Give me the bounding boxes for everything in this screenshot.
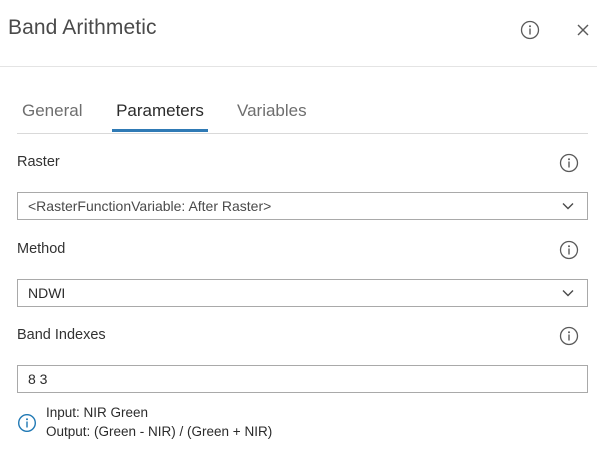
method-label: Method xyxy=(17,241,66,257)
method-info-button[interactable] xyxy=(559,240,579,260)
chevron-down-icon xyxy=(562,290,574,297)
header-info-button[interactable] xyxy=(520,20,540,40)
band-arithmetic-panel: Band Arithmetic General Parameters Varia… xyxy=(0,0,597,452)
info-circle-icon xyxy=(559,153,579,173)
band-indexes-label: Band Indexes xyxy=(17,327,106,343)
chevron-down-icon xyxy=(562,203,574,210)
raster-label: Raster xyxy=(17,154,60,170)
info-circle-icon xyxy=(559,326,579,346)
tab-parameters[interactable]: Parameters xyxy=(112,96,208,132)
close-button[interactable] xyxy=(575,22,591,38)
method-select[interactable]: NDWI xyxy=(17,279,588,307)
info-circle-icon xyxy=(559,240,579,260)
hint-output-line: Output: (Green - NIR) / (Green + NIR) xyxy=(46,424,273,439)
tab-general[interactable]: General xyxy=(22,96,82,132)
close-icon xyxy=(577,24,589,36)
panel-title: Band Arithmetic xyxy=(8,16,157,39)
raster-info-button[interactable] xyxy=(559,153,579,173)
band-indexes-hint: Input: NIR Green Output: (Green - NIR) /… xyxy=(17,403,577,443)
hint-input-line: Input: NIR Green xyxy=(46,405,149,420)
method-select-value: NDWI xyxy=(28,285,66,301)
band-indexes-input[interactable] xyxy=(17,365,588,393)
tab-divider xyxy=(17,133,588,134)
raster-select-value: <RasterFunctionVariable: After Raster> xyxy=(28,198,272,214)
info-circle-icon xyxy=(520,20,540,40)
tab-variables[interactable]: Variables xyxy=(237,96,307,132)
raster-select[interactable]: <RasterFunctionVariable: After Raster> xyxy=(17,192,588,220)
info-circle-icon xyxy=(17,413,37,433)
panel-header: Band Arithmetic xyxy=(0,0,597,67)
band-indexes-info-button[interactable] xyxy=(559,326,579,346)
tab-bar: General Parameters Variables xyxy=(0,96,587,134)
